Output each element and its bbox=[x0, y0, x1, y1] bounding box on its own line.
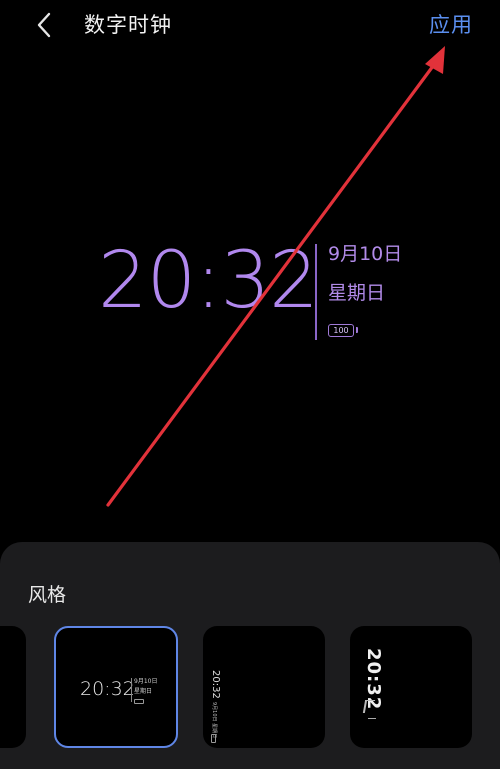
thumbnail-divider bbox=[131, 678, 132, 702]
battery-tip bbox=[356, 327, 358, 333]
style-thumbnail-previous[interactable] bbox=[0, 626, 26, 748]
back-button[interactable] bbox=[30, 10, 60, 40]
thumbnail-date: 9月10日 星期日 bbox=[211, 702, 217, 739]
clock-weekday: 星期日 bbox=[328, 282, 386, 304]
style-panel: 风格 20:32 9月10日 星期日 20:32 9月10日 星期日 20:32 bbox=[0, 542, 500, 769]
thumbnail-decoration-line bbox=[368, 718, 376, 719]
thumbnail-decoration-icon bbox=[362, 700, 376, 713]
thumbnail-battery-icon bbox=[211, 734, 216, 743]
page-title: 数字时钟 bbox=[84, 13, 172, 37]
chevron-left-icon bbox=[37, 12, 51, 38]
apply-button[interactable]: 应用 bbox=[429, 10, 473, 40]
clock-divider bbox=[315, 244, 317, 340]
thumbnail-battery-icon bbox=[134, 699, 144, 704]
style-label: 风格 bbox=[28, 584, 67, 606]
clock-time: 20:32 bbox=[98, 236, 319, 326]
battery-indicator: 100 bbox=[328, 324, 354, 337]
thumbnail-weekday: 星期日 bbox=[134, 688, 153, 695]
thumbnail-date: 9月10日 bbox=[134, 678, 158, 685]
style-thumbnail-selected[interactable]: 20:32 9月10日 星期日 bbox=[54, 626, 178, 748]
top-bar: 数字时钟 应用 bbox=[0, 0, 500, 52]
style-thumbnail-vertical[interactable]: 20:32 9月10日 星期日 bbox=[203, 626, 325, 748]
style-thumbnail-bold[interactable]: 20:32 bbox=[350, 626, 472, 748]
clock-date: 9月10日 bbox=[328, 243, 403, 265]
clock-preview: 20:32 9月10日 星期日 100 bbox=[0, 230, 500, 360]
thumbnail-time: 20:32 bbox=[80, 678, 135, 700]
thumbnail-time: 20:32 bbox=[210, 670, 221, 699]
